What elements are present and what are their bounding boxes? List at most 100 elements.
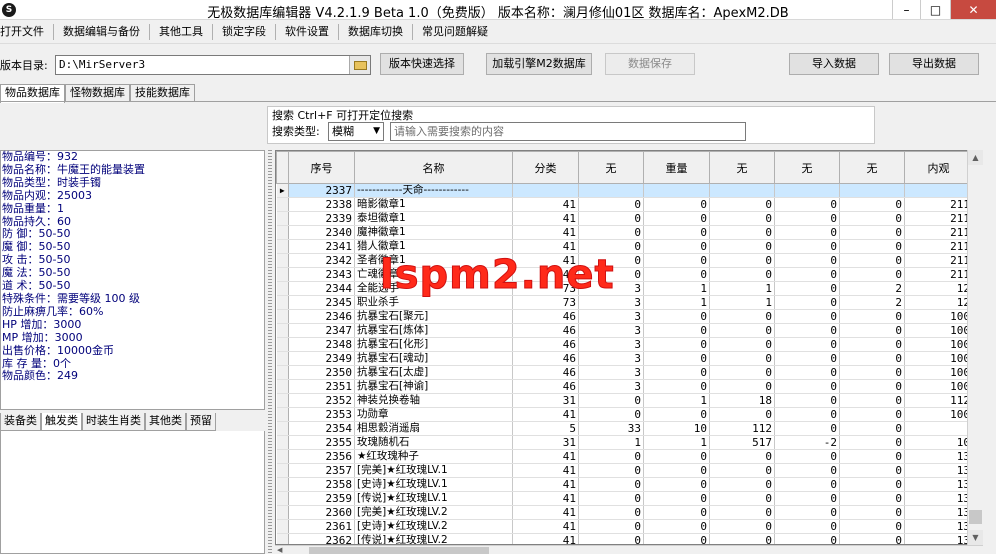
row-indicator[interactable] (276, 225, 289, 240)
col-name-cell[interactable]: 玫瑰随机石 (354, 435, 513, 450)
col-none-3-cell[interactable]: 0 (774, 519, 840, 534)
col-none-1-cell[interactable]: 0 (578, 533, 644, 544)
tab-skill-database[interactable]: 技能数据库 (130, 84, 195, 102)
col-weight-cell[interactable]: 10 (643, 421, 710, 436)
col-none-4-cell[interactable]: 0 (839, 463, 905, 478)
col-id-cell[interactable]: 2356 (288, 449, 355, 464)
col-weight-cell[interactable]: 0 (643, 323, 710, 338)
table-row[interactable]: 2352 神装兑换卷轴 31 0 1 18 0 0 112 (276, 393, 973, 408)
col-name-cell[interactable]: [史诗]★红玫瑰LV.2 (354, 519, 513, 534)
col-weight-cell[interactable]: 0 (643, 211, 710, 226)
col-weight-cell[interactable] (643, 183, 710, 198)
col-name-cell[interactable]: [传说]★红玫瑰LV.1 (354, 491, 513, 506)
col-weight-cell[interactable]: 0 (643, 407, 710, 422)
col-none-1-cell[interactable]: 3 (578, 323, 644, 338)
row-indicator[interactable] (276, 351, 289, 366)
col-none-1-cell[interactable]: 0 (578, 463, 644, 478)
col-none-4-cell[interactable]: 0 (839, 225, 905, 240)
table-row[interactable]: 2358 [史诗]★红玫瑰LV.1 41 0 0 0 0 0 13 (276, 477, 973, 492)
col-none-1-cell[interactable]: 0 (578, 393, 644, 408)
col-id-cell[interactable]: 2345 (288, 295, 355, 310)
col-none-1-cell[interactable]: 0 (578, 519, 644, 534)
col-id-cell[interactable]: 2348 (288, 337, 355, 352)
col-weight-cell[interactable]: 1 (643, 393, 710, 408)
col-id-cell[interactable]: 2351 (288, 379, 355, 394)
col-none-4-cell[interactable]: 0 (839, 505, 905, 520)
col-weight-cell[interactable]: 0 (643, 337, 710, 352)
col-looks-cell[interactable]: 112 (904, 393, 973, 408)
col-none-1-cell[interactable]: 3 (578, 379, 644, 394)
col-id-cell[interactable]: 2359 (288, 491, 355, 506)
col-name-cell[interactable]: 功勋章 (354, 407, 513, 422)
col-none-2-cell[interactable]: 0 (709, 519, 775, 534)
col-none-2-cell[interactable]: 0 (709, 491, 775, 506)
table-row[interactable]: 2362 [传说]★红玫瑰LV.2 41 0 0 0 0 0 13 (276, 533, 973, 544)
col-looks-cell[interactable] (904, 421, 973, 436)
col-id-cell[interactable]: 2352 (288, 393, 355, 408)
col-looks-cell[interactable]: 100 (904, 337, 973, 352)
col-weight-cell[interactable]: 0 (643, 239, 710, 254)
table-row[interactable]: 2355 玫瑰随机石 31 1 1 517 -2 0 10 (276, 435, 973, 450)
col-none-2-cell[interactable]: 0 (709, 407, 775, 422)
col-none-1-cell[interactable]: 0 (578, 211, 644, 226)
col-name-cell[interactable]: [传说]★红玫瑰LV.2 (354, 533, 513, 544)
col-looks-cell[interactable]: 100 (904, 379, 973, 394)
col-none-3-cell[interactable]: 0 (774, 477, 840, 492)
row-indicator[interactable] (276, 421, 289, 436)
col-id-cell[interactable]: 2360 (288, 505, 355, 520)
col-id-cell[interactable]: 2353 (288, 407, 355, 422)
tab-monster-database[interactable]: 怪物数据库 (65, 84, 130, 102)
col-none-4-cell[interactable]: 0 (839, 533, 905, 544)
col-none-4-cell[interactable]: 0 (839, 435, 905, 450)
col-id-cell[interactable]: 2347 (288, 323, 355, 338)
col-id-cell[interactable]: 2342 (288, 253, 355, 268)
col-name-cell[interactable]: 神装兑换卷轴 (354, 393, 513, 408)
col-looks-cell[interactable]: 211 (904, 225, 973, 240)
col-looks-cell[interactable]: 211 (904, 253, 973, 268)
col-id-cell[interactable]: 2343 (288, 267, 355, 282)
menu-other-tools[interactable]: 其他工具 (150, 23, 213, 40)
col-looks-cell[interactable]: 10 (904, 435, 973, 450)
col-weight-cell[interactable]: 0 (643, 491, 710, 506)
col-name-cell[interactable]: [完美]★红玫瑰LV.1 (354, 463, 513, 478)
col-category-cell[interactable]: 46 (512, 365, 579, 380)
col-weight-cell[interactable]: 0 (643, 309, 710, 324)
col-none-1-cell[interactable]: 3 (578, 365, 644, 380)
load-engine-button[interactable]: 加载引擎M2数据库 (486, 53, 592, 75)
col-weight-cell[interactable]: 1 (643, 295, 710, 310)
table-row[interactable]: 2346 抗暴宝石[聚元] 46 3 0 0 0 0 100 (276, 309, 973, 324)
col-name-cell[interactable]: 魔神徽章1 (354, 225, 513, 240)
col-none-2-cell[interactable]: 517 (709, 435, 775, 450)
col-none-3-cell[interactable]: 0 (774, 281, 840, 296)
col-id[interactable]: 序号 (288, 151, 355, 184)
col-weight-cell[interactable]: 0 (643, 449, 710, 464)
col-id-cell[interactable]: 2338 (288, 197, 355, 212)
col-none-1-cell[interactable]: 0 (578, 505, 644, 520)
col-id-cell[interactable]: 2354 (288, 421, 355, 436)
close-button[interactable]: ✕ (950, 0, 996, 19)
col-id-cell[interactable]: 2341 (288, 239, 355, 254)
col-none-2-cell[interactable]: 0 (709, 197, 775, 212)
col-looks-cell[interactable]: 13 (904, 505, 973, 520)
tab-trigger[interactable]: 触发类 (41, 413, 82, 431)
scroll-down-icon[interactable]: ▼ (968, 530, 983, 545)
col-category-cell[interactable]: 41 (512, 491, 579, 506)
table-row[interactable]: 2340 魔神徽章1 41 0 0 0 0 0 211 (276, 225, 973, 240)
col-none-3-cell[interactable]: 0 (774, 239, 840, 254)
col-name-cell[interactable]: 抗暴宝石[聚元] (354, 309, 513, 324)
col-none-3-cell[interactable]: 0 (774, 491, 840, 506)
col-none-4-cell[interactable]: 0 (839, 239, 905, 254)
col-looks-cell[interactable]: 13 (904, 463, 973, 478)
col-none-1-cell[interactable]: 33 (578, 421, 644, 436)
col-none-4-cell[interactable]: 0 (839, 197, 905, 212)
col-none-4-cell[interactable]: 0 (839, 393, 905, 408)
col-none-4-cell[interactable]: 0 (839, 477, 905, 492)
col-none-2-cell[interactable]: 0 (709, 505, 775, 520)
col-none-4-cell[interactable]: 0 (839, 323, 905, 338)
col-id-cell[interactable]: 2349 (288, 351, 355, 366)
tab-equipment[interactable]: 装备类 (0, 413, 41, 431)
col-none-4-cell[interactable]: 0 (839, 449, 905, 464)
col-category-cell[interactable]: 5 (512, 421, 579, 436)
scroll-up-icon[interactable]: ▲ (968, 150, 983, 165)
col-none-2-cell[interactable]: 0 (709, 477, 775, 492)
